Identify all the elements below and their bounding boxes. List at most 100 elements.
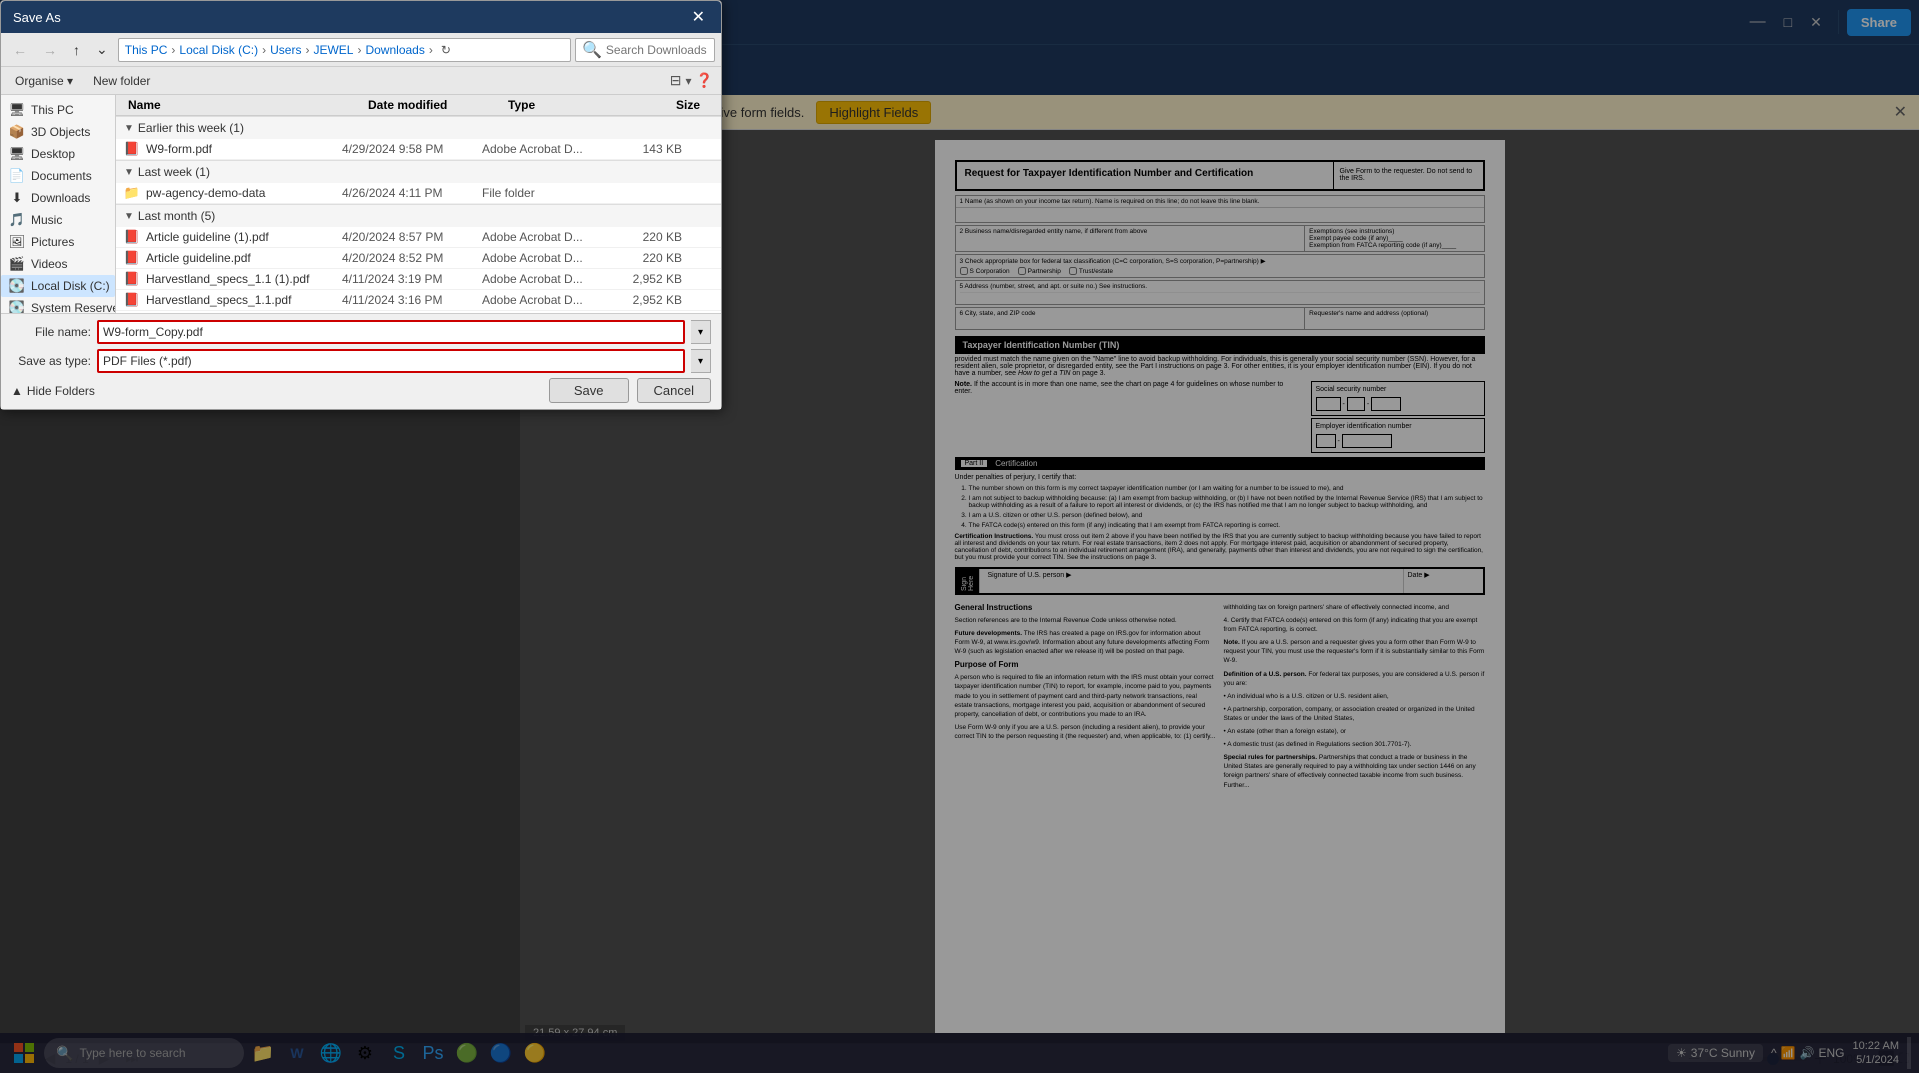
- file-type: Adobe Acrobat D...: [482, 230, 602, 244]
- help-button[interactable]: ❓: [696, 72, 713, 89]
- this-pc-icon: 🖥: [9, 102, 25, 118]
- documents-label: Documents: [31, 169, 92, 183]
- file-date: 4/26/2024 4:11 PM: [342, 186, 482, 200]
- sidebar-videos[interactable]: 🎬 Videos: [1, 253, 115, 275]
- file-date: 4/11/2024 3:16 PM: [342, 293, 482, 307]
- 3d-objects-label: 3D Objects: [31, 125, 90, 139]
- file-name: Article guideline (1).pdf: [146, 230, 269, 244]
- system-reserved-icon: 💽: [9, 300, 25, 313]
- videos-icon: 🎬: [9, 256, 25, 272]
- pictures-icon: 🖼: [9, 234, 25, 250]
- view-dropdown-button[interactable]: ▾: [686, 74, 692, 88]
- file-name: Article guideline.pdf: [146, 251, 251, 265]
- list-item[interactable]: 📕 Article guideline (1).pdf 4/20/2024 8:…: [116, 227, 721, 248]
- new-folder-button[interactable]: New folder: [87, 72, 156, 90]
- file-date: 4/11/2024 3:19 PM: [342, 272, 482, 286]
- filename-dropdown-button[interactable]: ▾: [691, 320, 711, 344]
- group-label-last-week: Last week (1): [138, 165, 210, 179]
- file-type: Adobe Acrobat D...: [482, 272, 602, 286]
- downloads-label: Downloads: [31, 191, 90, 205]
- group-chevron-icon[interactable]: ▼: [124, 167, 134, 178]
- list-item[interactable]: 📁 pw-agency-demo-data 4/26/2024 4:11 PM …: [116, 183, 721, 204]
- forward-button[interactable]: →: [37, 39, 63, 61]
- file-list-header: Name Date modified Type Size: [116, 95, 721, 116]
- breadcrumb-local-disk[interactable]: Local Disk (C:): [179, 43, 258, 57]
- file-type: Adobe Acrobat D...: [482, 251, 602, 265]
- view-mode-button[interactable]: ⊟: [670, 72, 682, 89]
- pictures-label: Pictures: [31, 235, 74, 249]
- list-item[interactable]: 📕 Article guideline.pdf 4/20/2024 8:52 P…: [116, 248, 721, 269]
- search-input[interactable]: [606, 43, 761, 57]
- group-label-this-week: Earlier this week (1): [138, 121, 244, 135]
- group-last-week: ▼ Last week (1): [116, 160, 721, 183]
- pdf-file-icon: 📕: [124, 229, 140, 245]
- organize-button[interactable]: Organise ▾: [9, 72, 79, 90]
- list-item[interactable]: 📕 W9-form.pdf 4/29/2024 9:58 PM Adobe Ac…: [116, 139, 721, 160]
- this-pc-label: This PC: [31, 103, 74, 117]
- group-chevron-icon[interactable]: ▼: [124, 123, 134, 134]
- filetype-row: Save as type: ▾: [11, 349, 711, 373]
- sidebar-local-disk[interactable]: 💽 Local Disk (C:): [1, 275, 115, 297]
- up-button[interactable]: ↑: [67, 39, 86, 61]
- group-earlier-this-week: ▼ Earlier this week (1): [116, 116, 721, 139]
- col-header-name[interactable]: Name: [124, 98, 364, 112]
- group-last-month: ▼ Last month (5): [116, 204, 721, 227]
- list-item[interactable]: 📕 Harvestland_specs_1.1.pdf 4/11/2024 3:…: [116, 290, 721, 311]
- sidebar-music[interactable]: 🎵 Music: [1, 209, 115, 231]
- refresh-button[interactable]: ↻: [441, 43, 451, 57]
- breadcrumb-users[interactable]: Users: [270, 43, 301, 57]
- filetype-dropdown-button[interactable]: ▾: [691, 349, 711, 373]
- file-name: W9-form.pdf: [146, 142, 212, 156]
- action-buttons: Save Cancel: [549, 378, 711, 403]
- breadcrumb-this-pc[interactable]: This PC: [125, 43, 168, 57]
- save-button[interactable]: Save: [549, 378, 629, 403]
- 3d-objects-icon: 📦: [9, 124, 25, 140]
- hide-folders-button[interactable]: ▲ Hide Folders: [11, 384, 95, 398]
- pdf-file-icon: 📕: [124, 141, 140, 157]
- side-panel: 🖥 This PC 📦 3D Objects 🖥 Desktop 📄 Docum…: [1, 95, 116, 313]
- pdf-file-icon: 📕: [124, 271, 140, 287]
- col-header-size[interactable]: Size: [624, 98, 704, 112]
- file-name: Harvestland_specs_1.1.pdf: [146, 293, 291, 307]
- list-item[interactable]: 📕 Harvestland_specs_1.1 (1).pdf 4/11/202…: [116, 269, 721, 290]
- file-type: Adobe Acrobat D...: [482, 142, 602, 156]
- back-button[interactable]: ←: [7, 39, 33, 61]
- dialog-overlay: Save As ✕ ← → ↑ ⌄ This PC › Local Disk (…: [0, 0, 1919, 1073]
- filetype-input[interactable]: [97, 349, 685, 373]
- filename-label: File name:: [11, 325, 91, 339]
- sidebar-desktop[interactable]: 🖥 Desktop: [1, 143, 115, 165]
- sidebar-system-reserved[interactable]: 💽 System Reserve...: [1, 297, 115, 313]
- local-disk-icon: 💽: [9, 278, 25, 294]
- breadcrumb-jewel[interactable]: JEWEL: [313, 43, 353, 57]
- sidebar-pictures[interactable]: 🖼 Pictures: [1, 231, 115, 253]
- hide-folders-label: Hide Folders: [27, 384, 95, 398]
- file-date: 4/20/2024 8:57 PM: [342, 230, 482, 244]
- col-header-type[interactable]: Type: [504, 98, 624, 112]
- cancel-button[interactable]: Cancel: [637, 378, 711, 403]
- file-name: Harvestland_specs_1.1 (1).pdf: [146, 272, 309, 286]
- browser-toolbar: ← → ↑ ⌄ This PC › Local Disk (C:) › User…: [1, 33, 721, 67]
- documents-icon: 📄: [9, 168, 25, 184]
- dialog-close-button[interactable]: ✕: [688, 7, 709, 27]
- save-as-dialog: Save As ✕ ← → ↑ ⌄ This PC › Local Disk (…: [0, 0, 722, 410]
- file-type: File folder: [482, 186, 602, 200]
- recent-button[interactable]: ⌄: [90, 38, 114, 61]
- filename-input[interactable]: [97, 320, 685, 344]
- file-name: pw-agency-demo-data: [146, 186, 265, 200]
- dialog-title: Save As: [13, 10, 61, 25]
- group-chevron-icon[interactable]: ▼: [124, 211, 134, 222]
- local-disk-label: Local Disk (C:): [31, 279, 110, 293]
- file-size: 220 KB: [602, 230, 682, 244]
- sidebar-this-pc[interactable]: 🖥 This PC: [1, 99, 115, 121]
- sidebar-downloads[interactable]: ⬇ Downloads: [1, 187, 115, 209]
- sidebar-3d-objects[interactable]: 📦 3D Objects: [1, 121, 115, 143]
- col-header-date[interactable]: Date modified: [364, 98, 504, 112]
- file-size: 2,952 KB: [602, 293, 682, 307]
- system-reserved-label: System Reserve...: [31, 301, 116, 313]
- sidebar-documents[interactable]: 📄 Documents: [1, 165, 115, 187]
- desktop-label: Desktop: [31, 147, 75, 161]
- pdf-file-icon: 📕: [124, 292, 140, 308]
- pdf-file-icon: 📕: [124, 250, 140, 266]
- breadcrumb-downloads[interactable]: Downloads: [365, 43, 424, 57]
- search-box-icon: 🔍: [582, 40, 602, 60]
